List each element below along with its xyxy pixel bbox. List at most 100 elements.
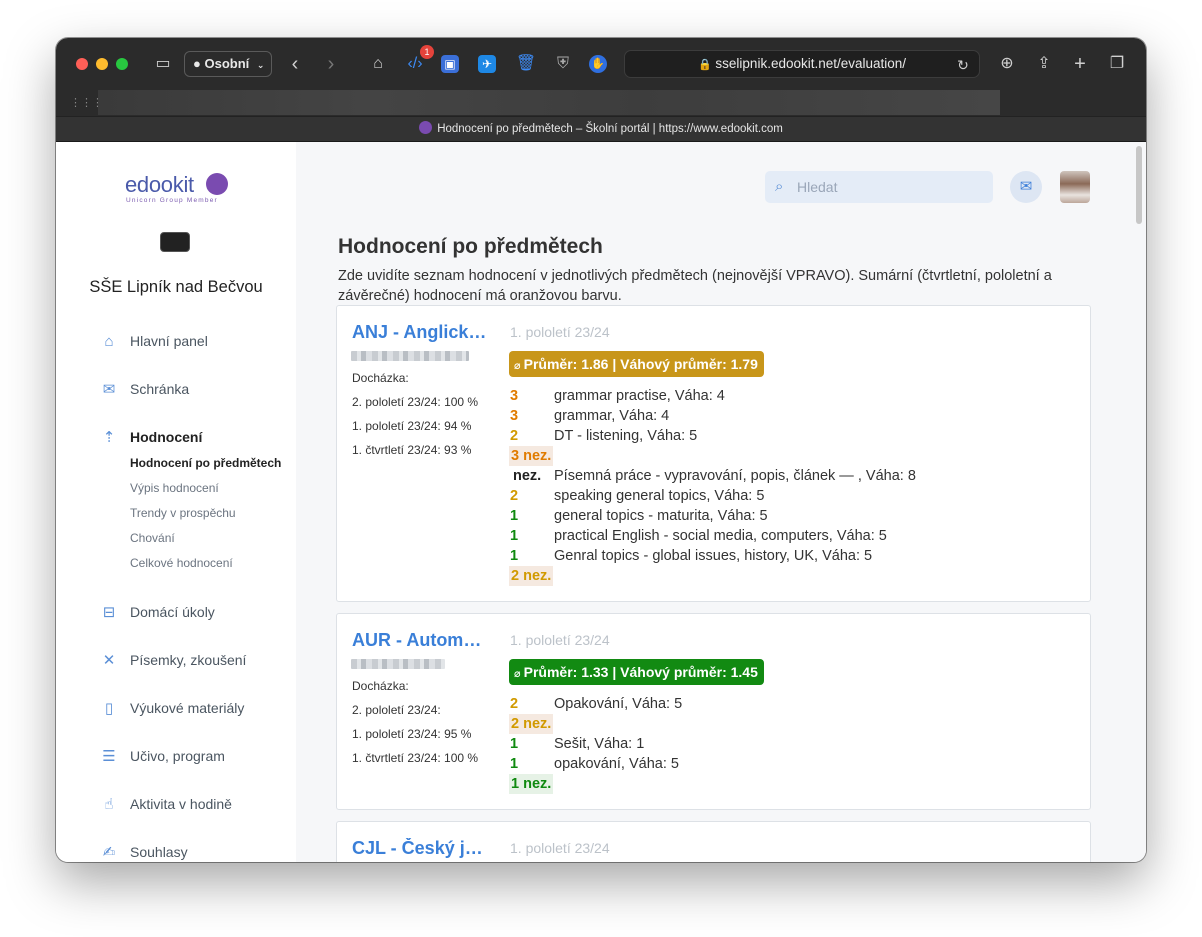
summary-grade[interactable]: 3 nez. <box>509 446 554 466</box>
grade-description: general topics - maturita, Váha: 5 <box>554 508 768 524</box>
attendance-item: 1. čtvrtletí 23/24: 100 % <box>352 751 479 765</box>
average-text: Průměr: 1.33 | Váhový průměr: 1.45 <box>523 664 758 680</box>
minimize-window-button[interactable] <box>96 58 108 70</box>
nav-label: Písemky, zkoušení <box>130 652 247 668</box>
nav-label: Souhlasy <box>130 844 188 860</box>
nav-label: Aktivita v hodině <box>130 796 232 812</box>
subject-card: CJL - Český jazyk a literatura 1. polole… <box>336 821 1091 862</box>
tab-overview-icon[interactable]: ❐ <box>1106 53 1128 75</box>
reload-icon[interactable]: ↻ <box>952 54 974 76</box>
grade-value: nez. <box>513 468 542 484</box>
grade-description: opakování, Váha: 5 <box>554 756 679 772</box>
period-label: 1. pololetí 23/24 <box>510 840 610 856</box>
profile-button[interactable]: ● Osobní ⌄ <box>184 51 272 77</box>
tools-icon: ✕ <box>102 652 116 669</box>
subject-name[interactable]: AUR - Automatizace <box>352 630 487 651</box>
grade-description: DT - listening, Váha: 5 <box>554 428 698 444</box>
grade-description: Písemná práce - vypravování, popis, člán… <box>554 468 916 484</box>
basket-extension-icon[interactable]: ⌂ <box>367 53 389 75</box>
subnav-trends[interactable]: Trendy v prospěchu <box>130 504 236 522</box>
sidebar: edookit Unicorn Group Member SŠE Lipník … <box>56 142 296 862</box>
book-icon: ▯ <box>104 700 114 717</box>
tab-title: Hodnocení po předmětech – Školní portál … <box>437 123 783 135</box>
summary-grade[interactable]: 2 nez. <box>509 714 554 734</box>
user-avatar[interactable] <box>1060 171 1090 203</box>
sidebar-toggle-icon[interactable]: ▭ <box>152 53 174 75</box>
summary-grade[interactable]: 2 nez. <box>509 566 554 586</box>
search-input[interactable]: ⌕ Hledat <box>765 171 993 203</box>
subject-name[interactable]: CJL - Český jazyk a literatura <box>352 838 487 859</box>
grade-value: 1 <box>510 508 519 524</box>
subnav-list[interactable]: Výpis hodnocení <box>130 479 219 497</box>
average-text: Průměr: 1.86 | Váhový průměr: 1.79 <box>523 356 758 372</box>
new-tab-icon[interactable]: + <box>1069 53 1091 75</box>
nav-label: Hlavní panel <box>130 333 208 349</box>
subject-card: ANJ - Anglický jazyk Docházka: 2. polole… <box>336 305 1091 602</box>
envelope-icon: ✉ <box>102 381 116 398</box>
nav-label: Domácí úkoly <box>130 604 215 620</box>
grade-description: Genral topics - global issues, history, … <box>554 548 873 564</box>
grade-value: 3 <box>510 408 519 424</box>
messages-button[interactable]: ✉ <box>1010 171 1042 203</box>
hand-raise-icon: ☝ <box>104 796 114 813</box>
grade-description: practical English - social media, comput… <box>554 528 887 544</box>
url-text: sselipnik.edookit.net/evaluation/ <box>715 56 907 71</box>
average-badge: ⌀ Průměr: 1.33 | Váhový průměr: 1.45 <box>509 659 764 685</box>
back-icon[interactable]: ‹ <box>284 53 306 75</box>
attendance-label: Docházka: <box>352 679 409 693</box>
home-icon: ⌂ <box>104 333 114 350</box>
period-label: 1. pololetí 23/24 <box>510 632 610 648</box>
download-icon[interactable]: ⊕ <box>996 53 1018 75</box>
bitwarden-extension-icon[interactable]: ▣ <box>441 55 459 73</box>
grade-description: grammar, Váha: 4 <box>554 408 670 424</box>
active-tab[interactable]: Hodnocení po předmětech – Školní portál … <box>56 116 1146 142</box>
subject-name[interactable]: ANJ - Anglický jazyk <box>352 322 487 343</box>
summary-grade[interactable]: 1 nez. <box>509 774 554 794</box>
attendance-item: 2. pololetí 23/24: <box>352 703 441 717</box>
grade-description: grammar practise, Váha: 4 <box>554 388 725 404</box>
subnav-behavior[interactable]: Chování <box>130 529 175 547</box>
forward-icon[interactable]: › <box>320 53 342 75</box>
lock-icon: 🔒 <box>697 59 712 71</box>
search-icon: ⌕ <box>775 178 784 195</box>
grade-value: 1 <box>510 548 519 564</box>
grid-icon[interactable]: ⋮⋮⋮ <box>70 92 103 114</box>
grade-value: 3 <box>510 388 519 404</box>
subnav-overall[interactable]: Celkové hodnocení <box>130 554 233 572</box>
hand-extension-icon[interactable]: ✋ <box>589 55 607 73</box>
favorites-items[interactable] <box>98 90 1000 115</box>
page-description: Zde uvidíte seznam hodnocení v jednotliv… <box>338 268 1052 304</box>
edookit-logo[interactable]: edookit <box>125 172 194 198</box>
teacher-name-blurred <box>351 351 469 361</box>
grade-value: 2 <box>510 488 519 504</box>
extension-badge: 1 <box>420 45 434 59</box>
signature-icon: ✍ <box>102 844 116 861</box>
zoom-window-button[interactable] <box>116 58 128 70</box>
attendance-item: 1. pololetí 23/24: 94 % <box>352 419 472 433</box>
browser-toolbar: ▭ ● Osobní ⌄ ‹ › ⌂ ‹/› 1 ▣ ✈ 🗑 ⛨ ✋ 🔒 sse… <box>56 38 1146 90</box>
school-name: SŠE Lipník nad Bečvou <box>89 278 263 296</box>
share-icon[interactable]: ⇪ <box>1033 53 1055 75</box>
main-content: ⌕ Hledat ✉ Hodnocení po předmětech Zde u… <box>296 142 1146 862</box>
page-title: Hodnocení po předmětech <box>338 235 603 258</box>
person-icon: ● <box>193 56 201 71</box>
close-window-button[interactable] <box>76 58 88 70</box>
edookit-owl-icon <box>206 173 228 195</box>
shield-extension-icon[interactable]: ⛨ <box>552 53 574 75</box>
navigator-extension-icon[interactable]: ✈ <box>478 55 496 73</box>
period-label: 1. pololetí 23/24 <box>510 324 610 340</box>
attendance-label: Docházka: <box>352 371 409 385</box>
grade-value: 2 <box>510 696 519 712</box>
address-bar[interactable]: 🔒 sselipnik.edookit.net/evaluation/ <box>624 50 980 78</box>
trash-extension-icon[interactable]: 🗑 <box>515 53 537 75</box>
subnav-by-subject[interactable]: Hodnocení po předmětech <box>130 454 281 472</box>
favorites-bar: ⋮⋮⋮ <box>56 90 1146 116</box>
nav-label: Učivo, program <box>130 748 225 764</box>
nav-label: Schránka <box>130 381 190 397</box>
clipboard-icon: ☰ <box>102 748 116 765</box>
attendance-item: 1. čtvrtletí 23/24: 93 % <box>352 443 472 457</box>
page-scrollbar[interactable] <box>1136 146 1142 224</box>
grade-value: 1 <box>510 736 519 752</box>
nav-label: Hodnocení <box>130 429 203 445</box>
average-badge: ⌀ Průměr: 1.86 | Váhový průměr: 1.79 <box>509 351 764 377</box>
